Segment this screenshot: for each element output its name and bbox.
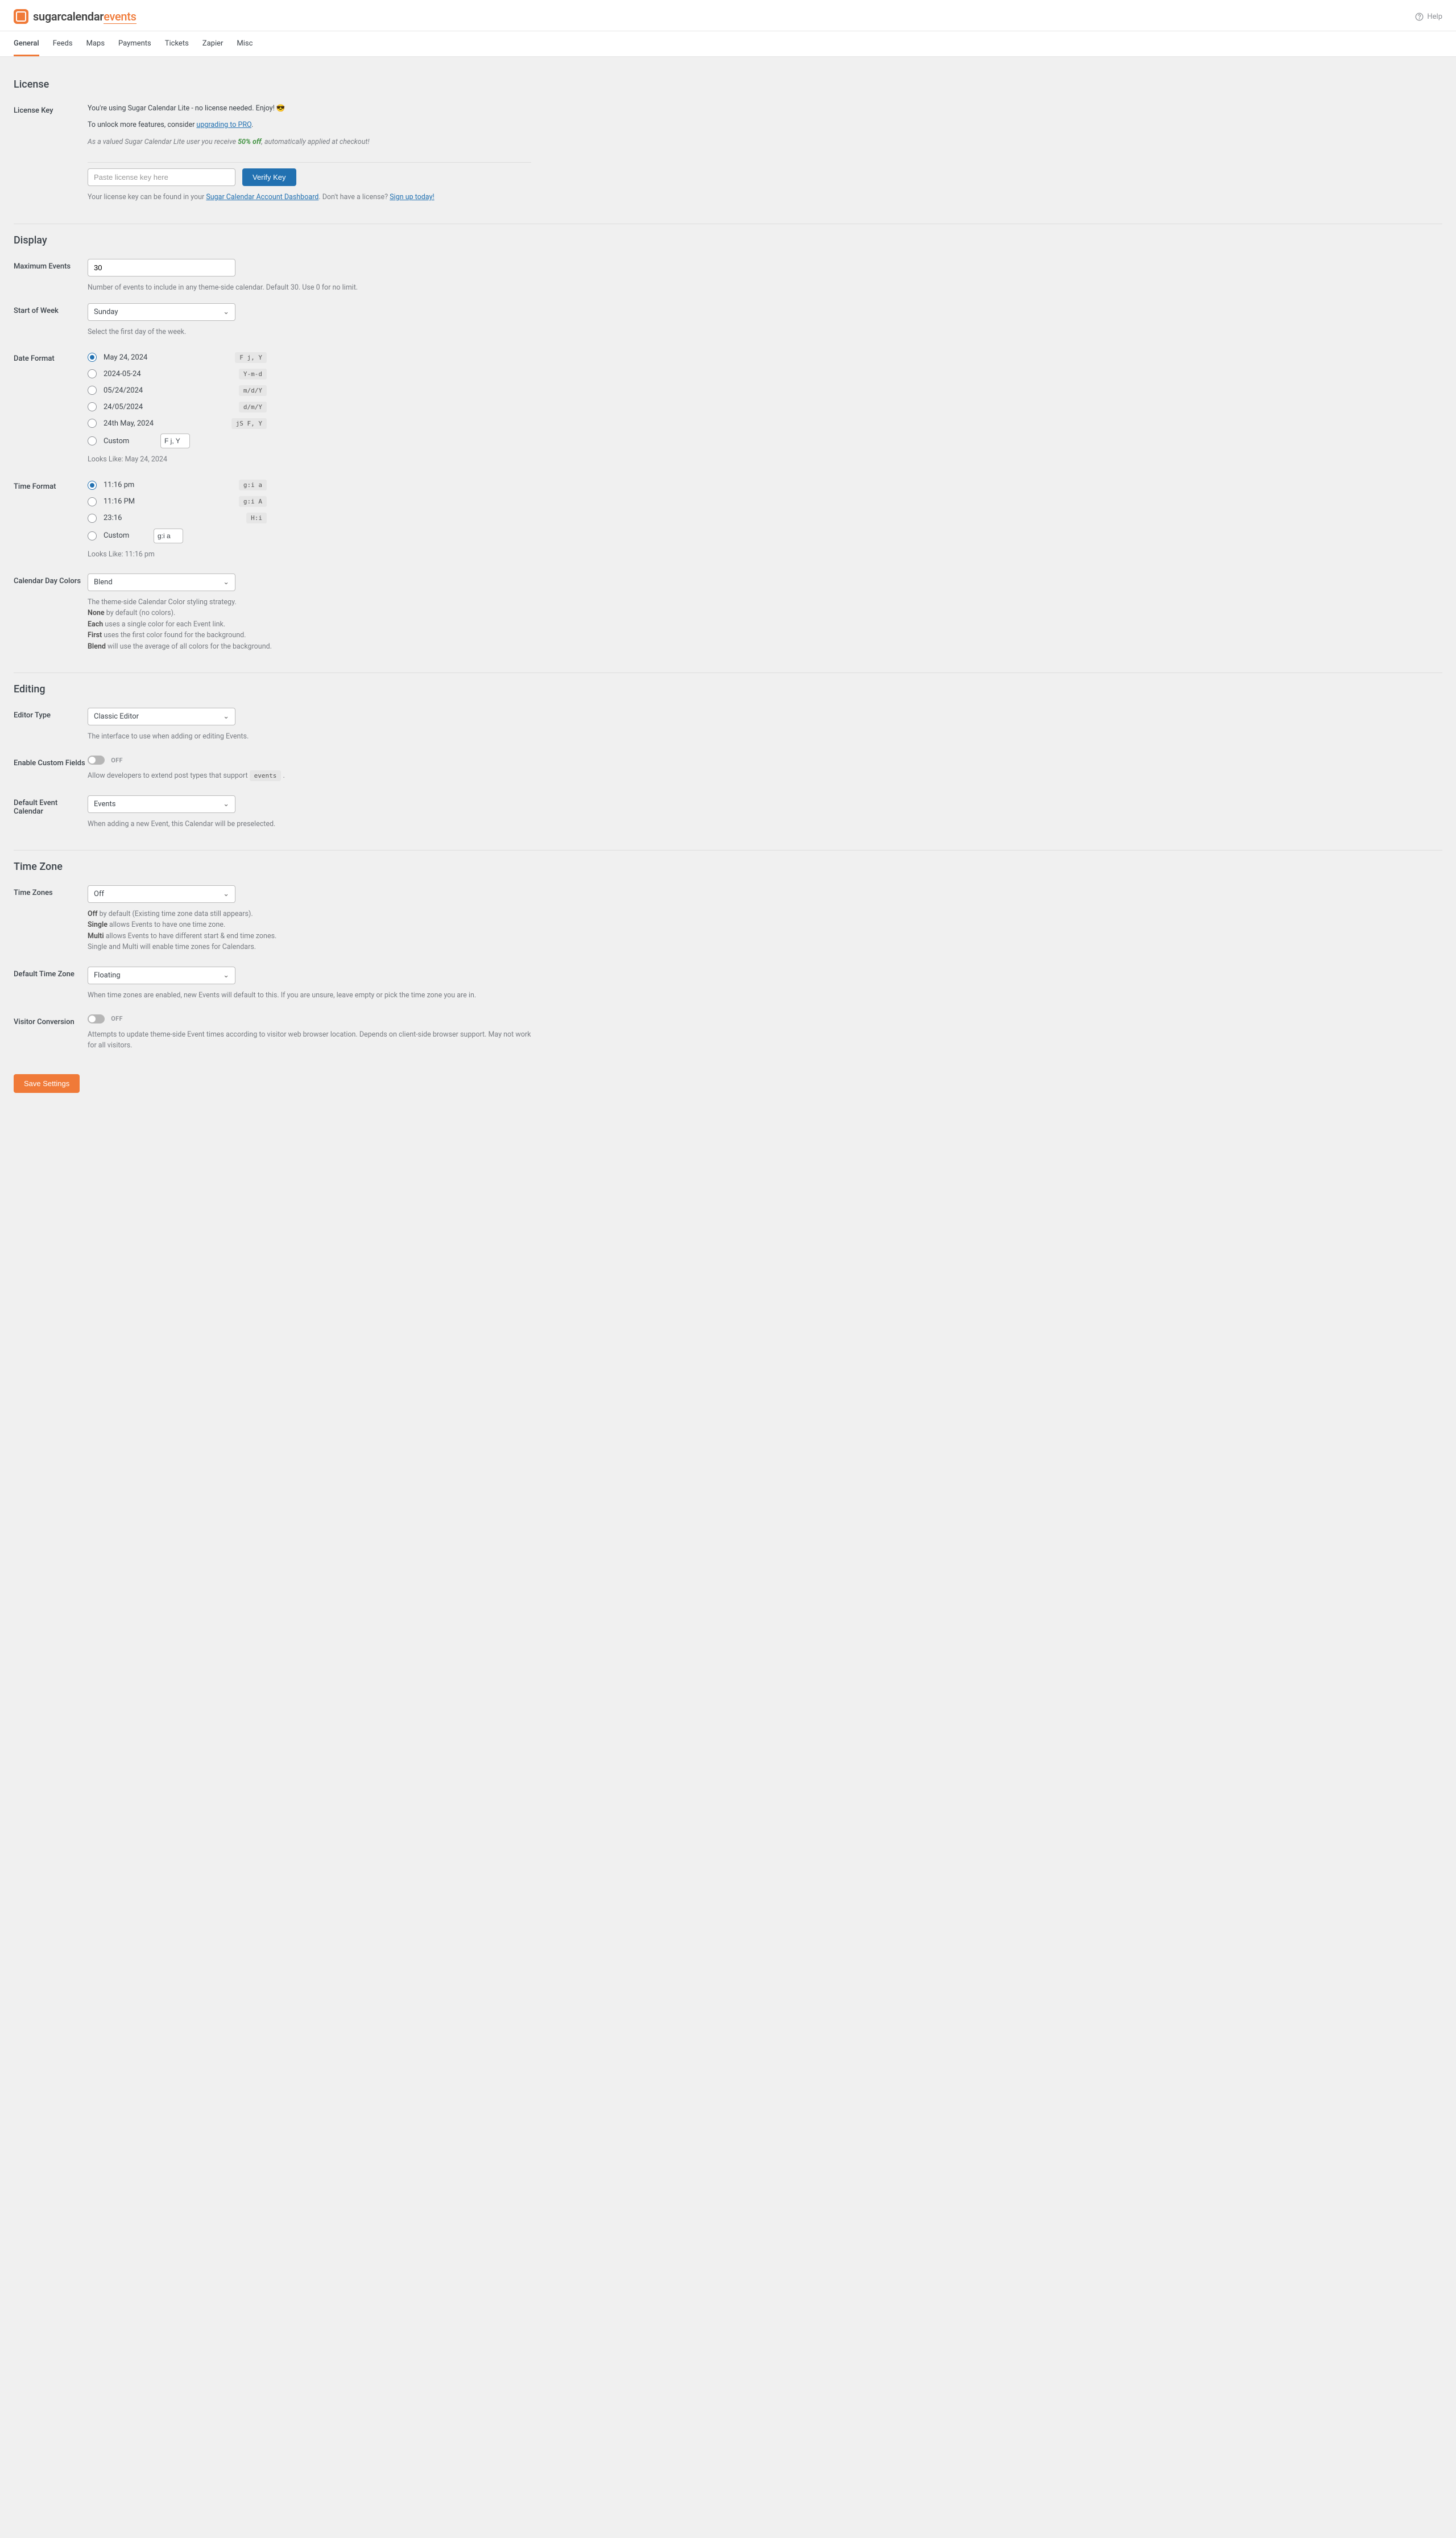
date-format-radio-custom[interactable] bbox=[88, 436, 97, 445]
max-events-input[interactable] bbox=[88, 259, 235, 277]
date-format-option: 2024-05-24 Y-m-d bbox=[88, 368, 267, 380]
time-format-radio-1[interactable] bbox=[88, 497, 97, 506]
tab-maps[interactable]: Maps bbox=[86, 31, 105, 56]
code-badge: g:i A bbox=[239, 496, 267, 507]
enable-custom-fields-state: OFF bbox=[111, 757, 123, 764]
code-badge: d/m/Y bbox=[239, 402, 267, 412]
tab-zapier[interactable]: Zapier bbox=[202, 31, 224, 56]
default-event-calendar-label: Default Event Calendar bbox=[14, 795, 88, 816]
start-of-week-select[interactable]: Sunday⌄ bbox=[88, 303, 235, 321]
editor-type-label: Editor Type bbox=[14, 708, 88, 720]
calendar-day-colors-desc: The theme-side Calendar Color styling st… bbox=[88, 597, 452, 652]
visitor-conversion-toggle[interactable] bbox=[88, 1014, 105, 1024]
time-format-option: 11:16 pm g:i a bbox=[88, 479, 267, 492]
license-help: Your license key can be found in your Su… bbox=[88, 192, 531, 203]
license-title: License bbox=[14, 79, 1442, 90]
default-time-zone-desc: When time zones are enabled, new Events … bbox=[88, 990, 531, 1001]
chevron-down-icon: ⌄ bbox=[223, 712, 229, 721]
display-title: Display bbox=[14, 234, 1442, 246]
help-link[interactable]: Help bbox=[1415, 13, 1442, 21]
chevron-down-icon: ⌄ bbox=[223, 308, 229, 316]
tab-tickets[interactable]: Tickets bbox=[165, 31, 189, 56]
date-format-radio-0[interactable] bbox=[88, 353, 97, 362]
max-events-desc: Number of events to include in any theme… bbox=[88, 282, 452, 293]
time-zones-desc: Off by default (Existing time zone data … bbox=[88, 909, 452, 953]
account-dashboard-link[interactable]: Sugar Calendar Account Dashboard bbox=[206, 193, 318, 201]
time-zones-select[interactable]: Off⌄ bbox=[88, 885, 235, 903]
tab-feeds[interactable]: Feeds bbox=[53, 31, 73, 56]
date-format-option: 24/05/2024 d/m/Y bbox=[88, 401, 267, 413]
logo: sugarcalendarevents bbox=[14, 9, 136, 24]
date-format-radio-1[interactable] bbox=[88, 369, 97, 378]
editor-type-desc: The interface to use when adding or edit… bbox=[88, 731, 452, 742]
date-format-label: Date Format bbox=[14, 351, 88, 363]
tab-payments[interactable]: Payments bbox=[118, 31, 151, 56]
code-badge: H:i bbox=[246, 513, 267, 523]
logo-text: sugarcalendarevents bbox=[33, 10, 136, 23]
time-zones-label: Time Zones bbox=[14, 885, 88, 897]
date-format-option: 24th May, 2024 jS F, Y bbox=[88, 417, 267, 430]
code-badge: g:i a bbox=[239, 480, 267, 490]
save-settings-button[interactable]: Save Settings bbox=[14, 1074, 80, 1093]
visitor-conversion-desc: Attempts to update theme-side Event time… bbox=[88, 1029, 531, 1051]
calendar-day-colors-select[interactable]: Blend⌄ bbox=[88, 573, 235, 591]
time-format-preview: Looks Like: 11:16 pm bbox=[88, 549, 452, 560]
date-format-radio-4[interactable] bbox=[88, 419, 97, 428]
upgrade-link[interactable]: upgrading to PRO bbox=[196, 121, 251, 129]
license-key-label: License Key bbox=[14, 103, 88, 115]
code-badge: m/d/Y bbox=[239, 385, 267, 396]
chevron-down-icon: ⌄ bbox=[223, 578, 229, 587]
date-format-option: May 24, 2024 F j, Y bbox=[88, 351, 267, 364]
start-of-week-desc: Select the first day of the week. bbox=[88, 327, 452, 337]
license-line1: You're using Sugar Calendar Lite - no li… bbox=[88, 103, 531, 114]
max-events-label: Maximum Events bbox=[14, 259, 88, 271]
date-format-preview: Looks Like: May 24, 2024 bbox=[88, 454, 452, 465]
enable-custom-fields-toggle[interactable] bbox=[88, 756, 105, 765]
tab-general[interactable]: General bbox=[14, 31, 39, 56]
date-format-radio-2[interactable] bbox=[88, 386, 97, 395]
tabs-nav: General Feeds Maps Payments Tickets Zapi… bbox=[0, 31, 1456, 57]
chevron-down-icon: ⌄ bbox=[223, 800, 229, 808]
time-format-radio-2[interactable] bbox=[88, 514, 97, 523]
date-format-radio-3[interactable] bbox=[88, 402, 97, 411]
timezone-title: Time Zone bbox=[14, 861, 1442, 873]
visitor-conversion-state: OFF bbox=[111, 1015, 123, 1022]
signup-link[interactable]: Sign up today! bbox=[390, 193, 435, 201]
code-badge: F j, Y bbox=[235, 352, 267, 363]
license-line3: As a valued Sugar Calendar Lite user you… bbox=[88, 137, 531, 147]
time-format-radio-custom[interactable] bbox=[88, 531, 97, 540]
chevron-down-icon: ⌄ bbox=[223, 971, 229, 980]
date-format-custom-input[interactable] bbox=[160, 434, 190, 448]
visitor-conversion-label: Visitor Conversion bbox=[14, 1014, 88, 1026]
editor-type-select[interactable]: Classic Editor⌄ bbox=[88, 708, 235, 725]
calendar-day-colors-label: Calendar Day Colors bbox=[14, 573, 88, 585]
default-time-zone-select[interactable]: Floating⌄ bbox=[88, 967, 235, 984]
time-format-option: 23:16 H:i bbox=[88, 512, 267, 525]
enable-custom-fields-desc: Allow developers to extend post types th… bbox=[88, 770, 452, 781]
calendar-icon bbox=[14, 9, 28, 24]
code-badge: jS F, Y bbox=[231, 418, 267, 429]
enable-custom-fields-label: Enable Custom Fields bbox=[14, 756, 88, 767]
verify-key-button[interactable]: Verify Key bbox=[242, 168, 296, 186]
license-line2: To unlock more features, consider upgrad… bbox=[88, 119, 531, 130]
default-event-calendar-select[interactable]: Events⌄ bbox=[88, 795, 235, 813]
time-format-option-custom: Custom bbox=[88, 529, 267, 543]
editing-title: Editing bbox=[14, 683, 1442, 695]
time-format-option: 11:16 PM g:i A bbox=[88, 496, 267, 508]
help-icon bbox=[1415, 13, 1424, 21]
time-format-custom-input[interactable] bbox=[154, 529, 183, 543]
time-format-label: Time Format bbox=[14, 479, 88, 491]
license-key-input[interactable] bbox=[88, 168, 235, 186]
default-time-zone-label: Default Time Zone bbox=[14, 967, 88, 979]
tab-misc[interactable]: Misc bbox=[237, 31, 253, 56]
time-format-radio-0[interactable] bbox=[88, 481, 97, 490]
chevron-down-icon: ⌄ bbox=[223, 890, 229, 898]
start-of-week-label: Start of Week bbox=[14, 303, 88, 315]
code-badge: Y-m-d bbox=[239, 369, 267, 379]
date-format-option-custom: Custom bbox=[88, 434, 267, 448]
date-format-option: 05/24/2024 m/d/Y bbox=[88, 384, 267, 397]
default-event-calendar-desc: When adding a new Event, this Calendar w… bbox=[88, 819, 452, 830]
